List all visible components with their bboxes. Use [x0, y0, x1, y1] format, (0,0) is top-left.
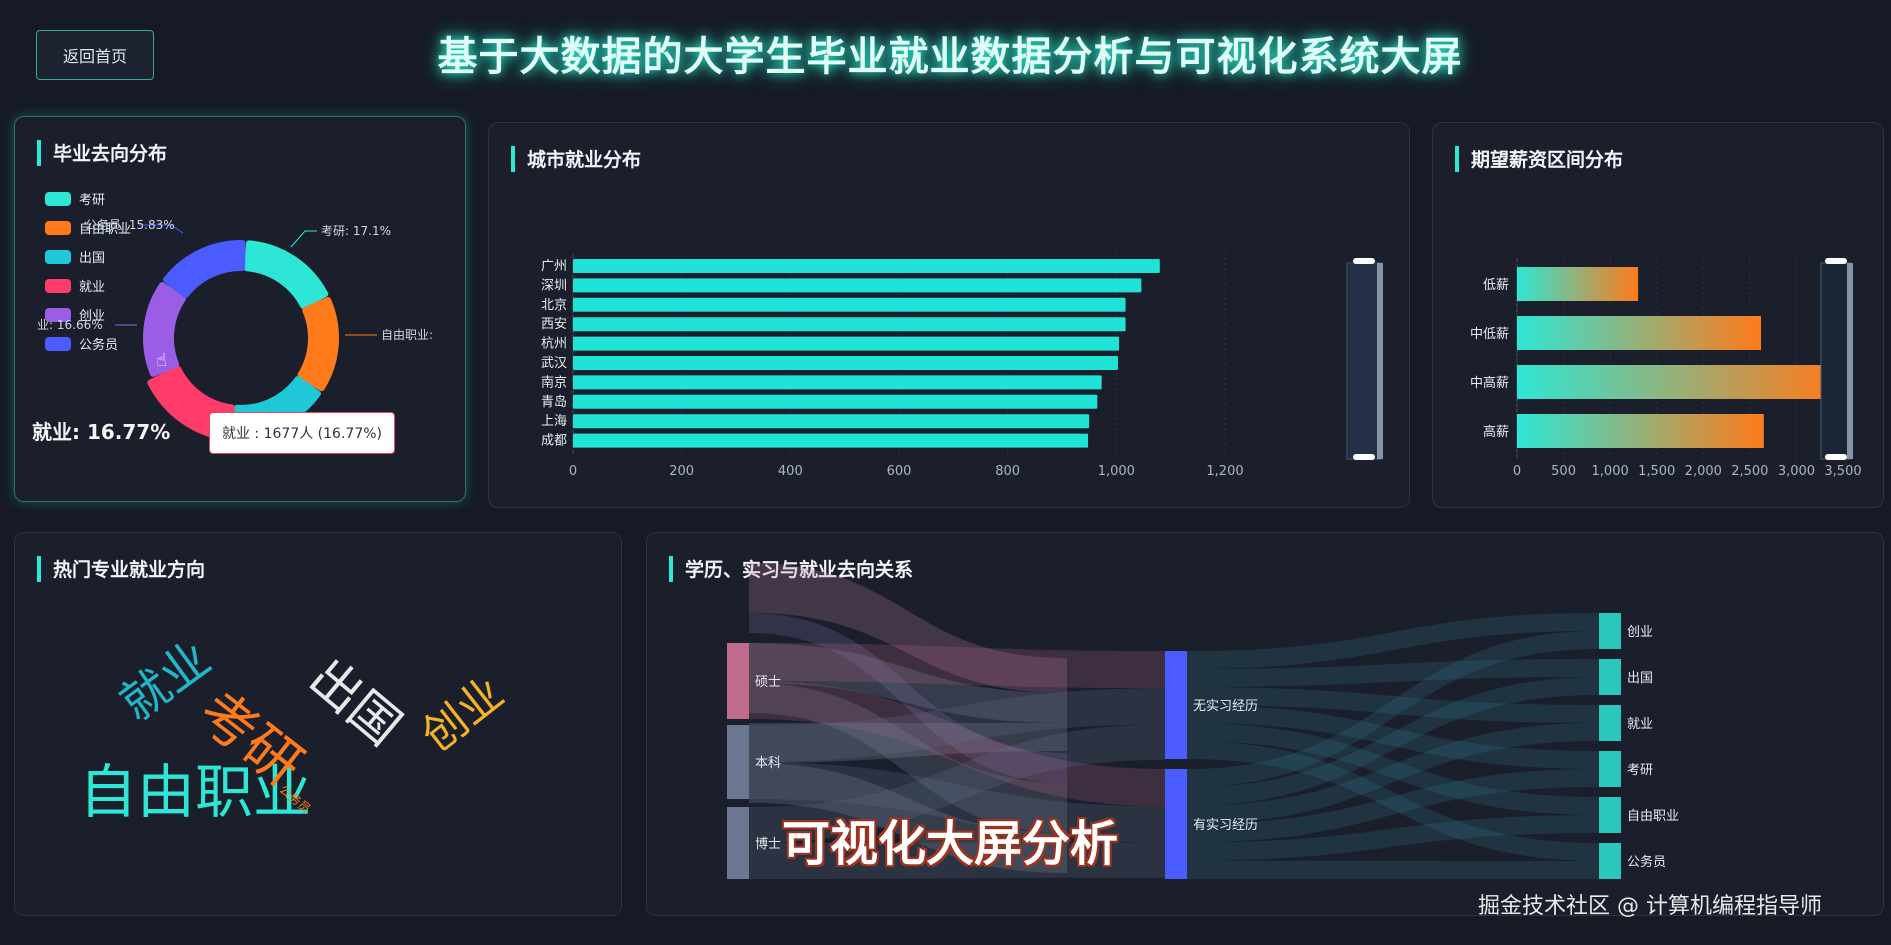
emphasis-label: 就业: 16.77%: [32, 420, 171, 444]
x-tick-label: 600: [887, 464, 912, 479]
sankey-node-left[interactable]: [727, 807, 749, 879]
city-bar-chart: 0 200 400 600 800 1,000 1,200 广州深圳北京西安杭州武汉南京青岛上…: [541, 253, 1383, 479]
salary-label: 中低薪: [1470, 327, 1509, 342]
donut-slice[interactable]: [243, 240, 329, 309]
sankey-node-label: 自由职业: [1627, 809, 1679, 824]
x-tick-label: 800: [995, 464, 1020, 479]
sankey-node-label: 硕士: [755, 675, 781, 690]
city-bar[interactable]: [573, 356, 1118, 370]
city-label: 北京: [541, 298, 567, 313]
x-tick-label: 1,000: [1098, 464, 1135, 479]
sankey-node-label: 创业: [1627, 625, 1653, 640]
sankey-node-label: 公务员: [1627, 854, 1666, 870]
sankey-node-right[interactable]: [1599, 659, 1621, 695]
x-tick-label: 1,000: [1592, 464, 1629, 479]
city-bar[interactable]: [573, 414, 1090, 429]
x-tick-label: 2,500: [1731, 464, 1768, 479]
sankey-node-label: 博士: [755, 837, 781, 852]
salary-bar[interactable]: [1517, 316, 1762, 350]
sankey-link[interactable]: [1187, 860, 1599, 879]
city-datazoom-slider[interactable]: [1346, 258, 1383, 460]
sankey-node-mid[interactable]: [1165, 769, 1187, 879]
slider-handle-top[interactable]: [1353, 258, 1375, 264]
sankey-node-right[interactable]: [1599, 843, 1621, 879]
donut-slice[interactable]: [297, 297, 339, 392]
overlay-caption: 可视化大屏分析: [782, 816, 1119, 872]
salary-bar[interactable]: [1517, 365, 1836, 399]
city-label: 广州: [541, 259, 567, 274]
salary-datazoom-slider[interactable]: [1820, 258, 1853, 460]
page-title: 基于大数据的大学生毕业就业数据分析与可视化系统大屏: [437, 34, 1463, 80]
salary-label: 高薪: [1483, 424, 1509, 440]
city-bar[interactable]: [573, 317, 1126, 332]
salary-bar-chart: 0 500 1,000 1,500 2,000 2,500 3,000 3,500 低薪中低薪中…: [1470, 257, 1862, 479]
sankey-node-label: 无实习经历: [1193, 699, 1258, 714]
city-bar[interactable]: [573, 433, 1089, 448]
sankey-node-label: 本科: [755, 756, 781, 771]
sankey-node-left[interactable]: [727, 643, 749, 719]
donut-slice[interactable]: [162, 240, 246, 299]
city-bar[interactable]: [573, 259, 1160, 273]
city-bar[interactable]: [573, 278, 1142, 293]
x-tick-label: 1,200: [1206, 464, 1243, 479]
callout-kaoyan: 考研: 17.1%: [321, 224, 391, 238]
city-label: 上海: [541, 414, 567, 429]
sankey-node-label: 考研: [1627, 763, 1653, 778]
x-tick-label: 2,000: [1685, 464, 1722, 479]
back-home-button[interactable]: 返回首页: [36, 30, 154, 80]
city-label: 杭州: [541, 337, 567, 352]
sankey-node-left[interactable]: [727, 725, 749, 799]
sankey-node-mid[interactable]: [1165, 651, 1187, 759]
x-tick-label: 0: [569, 464, 577, 479]
callout-civil-servant: 公务员: 15.83%: [85, 217, 175, 232]
city-bar[interactable]: [573, 375, 1102, 390]
slider-handle-bottom[interactable]: [1353, 454, 1375, 460]
salary-bar[interactable]: [1517, 267, 1639, 301]
slider-handle-top[interactable]: [1825, 258, 1847, 264]
x-tick-label: 0: [1513, 464, 1521, 479]
sankey-node-right[interactable]: [1599, 705, 1621, 741]
city-label: 武汉: [541, 356, 567, 371]
x-tick-label: 3,000: [1778, 464, 1815, 479]
slider-handle-bottom[interactable]: [1825, 454, 1847, 460]
city-bar[interactable]: [573, 394, 1098, 409]
sankey-node-label: 出国: [1627, 671, 1653, 686]
callout-startup: 业: 16.66%: [37, 318, 103, 332]
x-tick-label: 400: [778, 464, 803, 479]
watermark: 掘金技术社区 @ 计算机编程指导师: [1478, 894, 1822, 919]
sankey-node-label: 就业: [1627, 717, 1653, 732]
salary-bar[interactable]: [1517, 414, 1764, 448]
sankey-node-right[interactable]: [1599, 613, 1621, 649]
city-panel: 城市就业分布 0 200 400 600 800 1,000 1,200 广州 深圳 北京 西安 杭州…: [488, 122, 1410, 508]
city-label: 成都: [541, 434, 567, 449]
city-label: 西安: [541, 317, 567, 332]
donut-tooltip: 就业 : 1677人 (16.77%): [209, 412, 395, 454]
city-label: 青岛: [541, 394, 567, 410]
city-label: 深圳: [541, 278, 567, 293]
x-tick-label: 200: [669, 464, 694, 479]
mouse-cursor-icon: ☝: [156, 350, 167, 371]
city-bar[interactable]: [573, 297, 1126, 312]
cloud-word-startup: 创业: [412, 667, 514, 763]
callout-freelance: 自由职业:: [381, 328, 433, 342]
city-label: 南京: [541, 374, 567, 390]
majors-panel-title: 热门专业就业方向: [37, 555, 205, 582]
sankey-node-right[interactable]: [1599, 751, 1621, 787]
cloud-word-abroad: 出国: [298, 647, 413, 757]
sankey-node-label: 有实习经历: [1193, 818, 1258, 833]
majors-panel: 热门专业就业方向 自由职业 就业 考研 出国 创业 公务员: [14, 532, 622, 916]
x-tick-label: 500: [1551, 464, 1576, 479]
salary-panel: 期望薪资区间分布 0 500 1,000 1,500 2,000 2,500 3,000 3,…: [1432, 122, 1884, 508]
x-tick-label: 3,500: [1824, 464, 1861, 479]
sankey-node-right[interactable]: [1599, 797, 1621, 833]
city-bar[interactable]: [573, 336, 1120, 351]
x-tick-label: 1,500: [1638, 464, 1675, 479]
salary-label: 中高薪: [1470, 375, 1509, 391]
salary-label: 低薪: [1483, 278, 1509, 293]
